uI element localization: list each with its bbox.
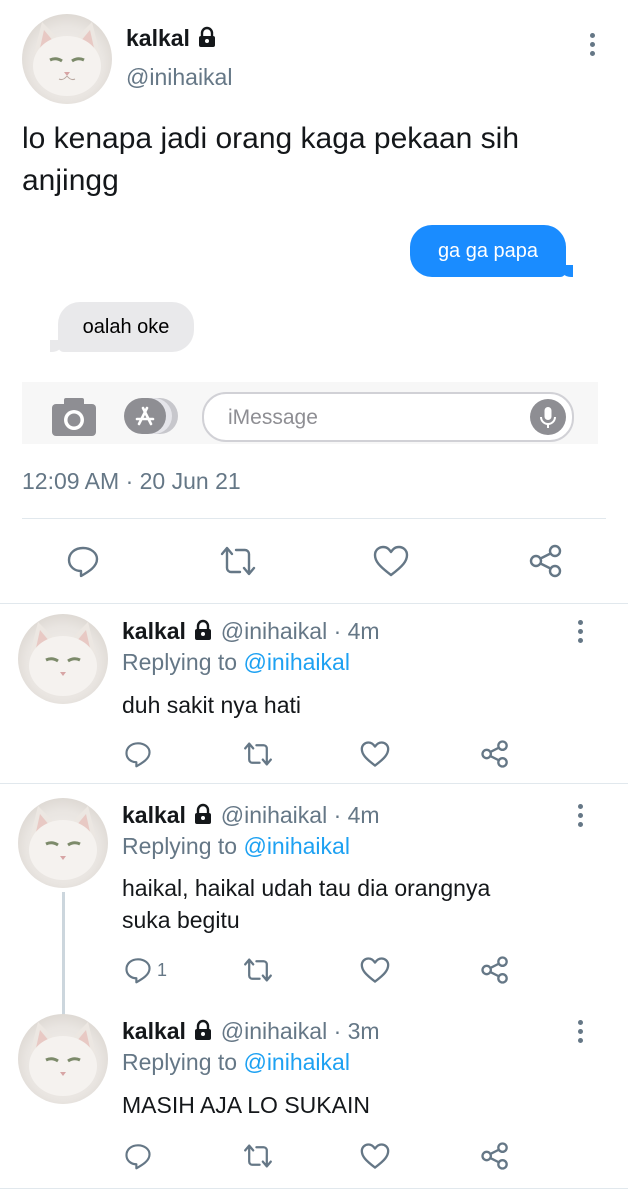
reply-text: haikal, haikal udah tau dia orangnya suk… bbox=[122, 872, 490, 936]
reply-author-name[interactable]: kalkal bbox=[122, 802, 186, 828]
reply-time: · 3m bbox=[333, 1018, 380, 1044]
reply-text-line: haikal, haikal udah tau dia orangnya bbox=[122, 875, 491, 901]
like-icon[interactable] bbox=[360, 740, 390, 768]
replying-to-label: Replying to bbox=[122, 1049, 238, 1075]
replying-to: Replying to @inihaikal bbox=[122, 649, 350, 676]
cat-avatar-image bbox=[33, 22, 101, 96]
reply-tweet[interactable]: kalkal @inihaikal · 4m Replying to @inih… bbox=[0, 604, 628, 782]
reply-avatar[interactable] bbox=[18, 1014, 108, 1104]
more-options-icon[interactable] bbox=[589, 33, 595, 60]
divider bbox=[0, 1188, 628, 1189]
author-name[interactable]: kalkal bbox=[126, 25, 190, 51]
cat-avatar-image bbox=[29, 622, 97, 696]
reply-handle[interactable]: @inihaikal bbox=[221, 802, 327, 828]
lock-icon bbox=[192, 803, 214, 831]
lock-icon bbox=[192, 1019, 214, 1047]
share-icon[interactable] bbox=[480, 1141, 510, 1171]
retweet-icon[interactable] bbox=[218, 544, 258, 578]
replying-to-label: Replying to bbox=[122, 649, 238, 675]
reply-author-name[interactable]: kalkal bbox=[122, 1018, 186, 1044]
reply-icon[interactable] bbox=[66, 544, 100, 578]
reply-text-line: MASIH AJA LO SUKAIN bbox=[122, 1092, 370, 1118]
retweet-icon[interactable] bbox=[242, 1142, 274, 1170]
author-name-row: kalkal bbox=[126, 24, 218, 54]
replying-to-label: Replying to bbox=[122, 833, 238, 859]
reply-header: kalkal @inihaikal · 3m bbox=[122, 1018, 380, 1047]
reply-text: MASIH AJA LO SUKAIN bbox=[122, 1090, 370, 1121]
reply-avatar[interactable] bbox=[18, 614, 108, 704]
tweet-text: lo kenapa jadi orang kaga pekaan sih anj… bbox=[22, 118, 519, 202]
reply-icon[interactable] bbox=[124, 1142, 152, 1170]
share-icon[interactable] bbox=[480, 739, 510, 769]
divider bbox=[22, 518, 606, 519]
reply-header: kalkal @inihaikal · 4m bbox=[122, 618, 380, 647]
reply-text-line: duh sakit nya hati bbox=[122, 692, 302, 718]
retweet-icon[interactable] bbox=[242, 740, 274, 768]
reply-avatar[interactable] bbox=[18, 798, 108, 888]
more-options-icon[interactable] bbox=[577, 804, 583, 831]
camera-icon[interactable] bbox=[52, 398, 96, 441]
imessage-placeholder: iMessage bbox=[228, 406, 318, 429]
reply-handle[interactable]: @inihaikal bbox=[221, 618, 327, 644]
reply-text: duh sakit nya hati bbox=[122, 690, 301, 721]
reply-author-name[interactable]: kalkal bbox=[122, 618, 186, 644]
replying-to-link[interactable]: @inihaikal bbox=[243, 649, 349, 675]
reply-icon[interactable] bbox=[124, 740, 152, 768]
imessage-input[interactable]: iMessage bbox=[202, 392, 574, 442]
share-icon[interactable] bbox=[480, 955, 510, 985]
microphone-icon[interactable] bbox=[530, 399, 566, 435]
cat-avatar-image bbox=[29, 1022, 97, 1096]
replying-to: Replying to @inihaikal bbox=[122, 833, 350, 860]
reply-header: kalkal @inihaikal · 4m bbox=[122, 802, 380, 831]
sent-message-bubble: ga ga papa bbox=[410, 225, 566, 277]
tweet-text-line: anjingg bbox=[22, 164, 119, 197]
replying-to-link[interactable]: @inihaikal bbox=[243, 833, 349, 859]
reply-tweet[interactable]: kalkal @inihaikal · 3m Replying to @inih… bbox=[0, 1000, 628, 1188]
like-icon[interactable] bbox=[373, 544, 409, 578]
author-handle[interactable]: @inihaikal bbox=[126, 64, 232, 91]
lock-icon bbox=[196, 26, 218, 54]
like-icon[interactable] bbox=[360, 956, 390, 984]
reply-icon[interactable] bbox=[124, 956, 152, 984]
lock-icon bbox=[192, 619, 214, 647]
app-store-icon[interactable] bbox=[122, 396, 180, 441]
share-icon[interactable] bbox=[528, 543, 564, 579]
replying-to-link[interactable]: @inihaikal bbox=[243, 1049, 349, 1075]
reply-count: 1 bbox=[157, 960, 168, 980]
tweet-timestamp[interactable]: 12:09 AM · 20 Jun 21 bbox=[22, 468, 241, 495]
attached-screenshot[interactable]: ga ga papa oalah oke iMessage bbox=[22, 210, 598, 450]
retweet-icon[interactable] bbox=[242, 956, 274, 984]
reply-tweet[interactable]: kalkal @inihaikal · 4m Replying to @inih… bbox=[0, 784, 628, 1016]
more-options-icon[interactable] bbox=[577, 620, 583, 647]
tweet-text-line: lo kenapa jadi orang kaga pekaan sih bbox=[22, 122, 520, 155]
reply-time: · 4m bbox=[333, 618, 380, 644]
author-avatar[interactable] bbox=[22, 14, 112, 104]
sent-message-text: ga ga papa bbox=[437, 239, 539, 262]
reply-time: · 4m bbox=[333, 802, 380, 828]
replying-to: Replying to @inihaikal bbox=[122, 1049, 350, 1076]
thread-line bbox=[62, 892, 65, 1016]
like-icon[interactable] bbox=[360, 1142, 390, 1170]
received-message-bubble: oalah oke bbox=[58, 302, 194, 352]
cat-avatar-image bbox=[29, 806, 97, 880]
received-message-text: oalah oke bbox=[82, 315, 170, 338]
reply-handle[interactable]: @inihaikal bbox=[221, 1018, 327, 1044]
more-options-icon[interactable] bbox=[577, 1020, 583, 1047]
reply-text-line: suka begitu bbox=[122, 907, 240, 933]
